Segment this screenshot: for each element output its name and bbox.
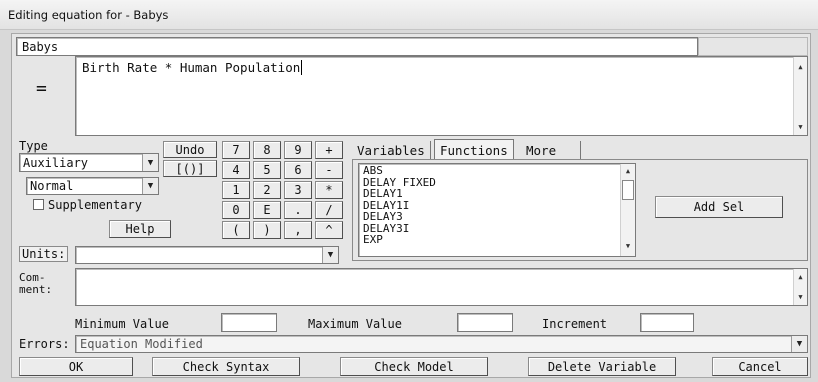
key-0[interactable]: 0 [222, 201, 250, 219]
arrow-down-icon[interactable]: ▼ [621, 242, 635, 251]
key-5[interactable]: 5 [253, 161, 281, 179]
type-label: Type [19, 139, 48, 153]
comment-scrollbar[interactable]: ▲ ▼ [793, 269, 807, 305]
name-field-extension [698, 37, 808, 56]
type-dropdown[interactable]: Auxiliary ▼ [19, 153, 159, 172]
equation-editor[interactable]: Birth Rate * Human Population [75, 56, 808, 136]
key-1[interactable]: 1 [222, 181, 250, 199]
units-dropdown[interactable]: ▼ [75, 246, 339, 264]
check-model-button[interactable]: Check Model [340, 357, 488, 376]
check-syntax-button[interactable]: Check Syntax [152, 357, 300, 376]
key-9[interactable]: 9 [284, 141, 312, 159]
list-item[interactable]: DELAY FIXED [363, 176, 631, 189]
keypad: 7 8 9 + 4 5 6 - 1 2 3 * 0 E . / ( ) , ^ [222, 141, 344, 241]
functions-scrollbar[interactable]: ▲ ▼ [620, 164, 635, 256]
list-item[interactable]: DELAY3I [363, 222, 631, 235]
key-open-paren[interactable]: ( [222, 221, 250, 239]
arrow-up-icon[interactable]: ▲ [794, 63, 807, 72]
arrow-down-icon[interactable]: ▼ [794, 293, 807, 302]
key-comma[interactable]: , [284, 221, 312, 239]
key-e[interactable]: E [253, 201, 281, 219]
supplementary-checkbox[interactable] [33, 199, 44, 210]
errors-label: Errors: [19, 337, 70, 351]
scroll-thumb[interactable] [622, 180, 634, 200]
arrow-down-icon[interactable]: ▼ [794, 123, 807, 132]
variable-name-field[interactable]: Babys [16, 37, 698, 56]
window-title: Editing equation for - Babys [0, 0, 818, 30]
key-minus[interactable]: - [315, 161, 343, 179]
comment-field[interactable] [75, 268, 808, 306]
comment-label-line2: ment: [19, 283, 53, 296]
errors-dropdown[interactable]: Equation Modified ▼ [75, 335, 808, 353]
subtype-selected: Normal [30, 179, 74, 193]
list-item[interactable]: EXP [363, 234, 631, 246]
maximum-value-field[interactable] [457, 313, 513, 332]
add-sel-button[interactable]: Add Sel [655, 196, 783, 218]
ok-button[interactable]: OK [19, 357, 133, 376]
key-8[interactable]: 8 [253, 141, 281, 159]
list-item[interactable]: DELAY1 [363, 188, 631, 200]
increment-field[interactable] [640, 313, 694, 332]
undo-button[interactable]: Undo [163, 141, 217, 158]
key-2[interactable]: 2 [253, 181, 281, 199]
units-value [76, 247, 322, 263]
equation-text: Birth Rate * Human Population [82, 60, 301, 75]
tab-more[interactable]: More [521, 141, 581, 160]
subtype-dropdown[interactable]: Normal ▼ [26, 177, 159, 195]
variable-name-text: Babys [22, 40, 59, 54]
cancel-button[interactable]: Cancel [712, 357, 808, 376]
minimum-value-label: Minimum Value [75, 317, 169, 331]
tab-variables[interactable]: Variables [352, 141, 431, 160]
delete-variable-button[interactable]: Delete Variable [528, 357, 676, 376]
errors-value: Equation Modified [80, 337, 203, 351]
equation-scrollbar[interactable]: ▲ ▼ [793, 57, 807, 135]
supplementary-label: Supplementary [48, 198, 142, 212]
minimum-value-field[interactable] [221, 313, 277, 332]
key-close-paren[interactable]: ) [253, 221, 281, 239]
key-3[interactable]: 3 [284, 181, 312, 199]
text-caret [301, 60, 303, 75]
list-item[interactable]: ABS [363, 165, 631, 177]
list-item[interactable]: DELAY1I [363, 199, 631, 212]
brackets-button[interactable]: [()] [163, 160, 217, 177]
chevron-down-icon[interactable]: ▼ [142, 154, 158, 171]
comment-label: Com- ment: [19, 272, 52, 296]
maximum-value-label: Maximum Value [308, 317, 402, 331]
key-caret[interactable]: ^ [315, 221, 343, 239]
chevron-down-icon[interactable]: ▼ [322, 247, 338, 263]
key-dot[interactable]: . [284, 201, 312, 219]
arrow-up-icon[interactable]: ▲ [621, 167, 635, 176]
arrow-up-icon[interactable]: ▲ [794, 273, 807, 282]
key-divide[interactable]: / [315, 201, 343, 219]
key-4[interactable]: 4 [222, 161, 250, 179]
chevron-down-icon[interactable]: ▼ [791, 336, 807, 352]
key-multiply[interactable]: * [315, 181, 343, 199]
functions-list[interactable]: ABS DELAY FIXED DELAY1 DELAY1I DELAY3 DE… [358, 163, 636, 257]
list-item[interactable]: DELAY3 [363, 211, 631, 223]
tab-functions[interactable]: Functions [434, 139, 514, 160]
equals-sign: = [36, 78, 47, 99]
help-button[interactable]: Help [109, 220, 171, 238]
chevron-down-icon[interactable]: ▼ [142, 178, 158, 194]
type-selected: Auxiliary [23, 156, 89, 170]
key-6[interactable]: 6 [284, 161, 312, 179]
key-plus[interactable]: + [315, 141, 343, 159]
increment-label: Increment [542, 317, 608, 331]
units-label: Units: [19, 246, 69, 262]
key-7[interactable]: 7 [222, 141, 250, 159]
